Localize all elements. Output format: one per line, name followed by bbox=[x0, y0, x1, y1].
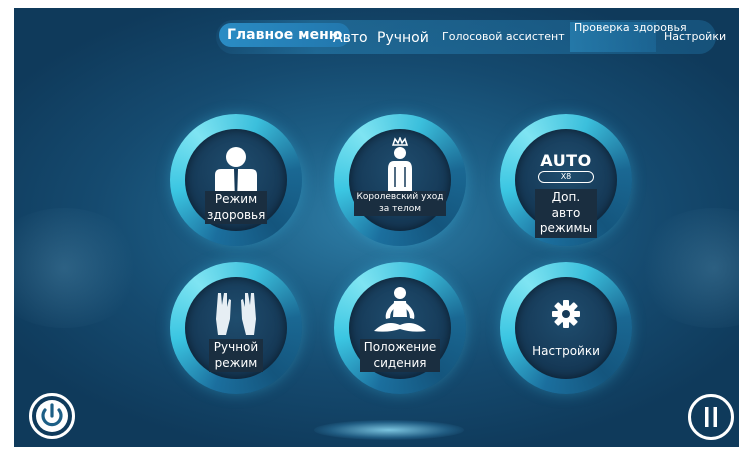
royal-body-care-label: Королевский уход за телом bbox=[354, 191, 446, 217]
tab-voice-assistant[interactable]: Голосовой ассистент bbox=[442, 30, 565, 44]
pause-button[interactable] bbox=[688, 394, 734, 440]
button-face: Положение сидения bbox=[349, 277, 451, 379]
power-button[interactable] bbox=[29, 393, 75, 439]
button-face: Режим здоровья bbox=[185, 129, 287, 231]
pause-icon bbox=[705, 407, 717, 427]
auto-icon-text: AUTO bbox=[540, 151, 592, 170]
manual-mode-label: Ручной режим bbox=[209, 339, 263, 373]
seat-position-button[interactable]: Положение сидения bbox=[334, 262, 466, 394]
royal-body-care-button[interactable]: Королевский уход за телом bbox=[334, 114, 466, 246]
tab-main-menu[interactable]: Главное меню bbox=[219, 23, 351, 48]
tab-health-check[interactable]: Проверка здоровья bbox=[570, 21, 687, 52]
settings-label: Настройки bbox=[532, 344, 600, 358]
health-mode-label: Режим здоровья bbox=[205, 191, 267, 225]
button-face: Ручной режим bbox=[185, 277, 287, 379]
royal-body-icon bbox=[388, 137, 412, 197]
power-icon bbox=[36, 400, 68, 432]
hands-icon bbox=[216, 293, 256, 335]
manual-mode-button[interactable]: Ручной режим bbox=[170, 262, 302, 394]
button-face: Королевский уход за телом bbox=[349, 129, 451, 231]
tab-auto[interactable]: Авто bbox=[333, 30, 368, 46]
seat-position-label: Положение сидения bbox=[360, 339, 440, 373]
bottom-glow bbox=[314, 420, 464, 440]
extra-auto-modes-button[interactable]: AUTO X8 Доп. авто режимы bbox=[500, 114, 632, 246]
auto-icon-subtext: X8 bbox=[538, 171, 594, 183]
settings-button[interactable]: Настройки bbox=[500, 262, 632, 394]
tab-settings[interactable]: Настройки bbox=[664, 30, 726, 44]
lotus-seat-icon bbox=[374, 287, 426, 332]
button-face: AUTO X8 Доп. авто режимы bbox=[515, 129, 617, 238]
health-mode-button[interactable]: Режим здоровья bbox=[170, 114, 302, 246]
gear-icon bbox=[552, 300, 580, 328]
extra-auto-modes-label: Доп. авто режимы bbox=[535, 189, 597, 238]
tab-manual[interactable]: Ручной bbox=[377, 30, 429, 46]
button-face: Настройки bbox=[515, 277, 617, 379]
background-haze-left bbox=[14, 208, 144, 328]
auto-icon: AUTO X8 bbox=[538, 151, 594, 183]
background-haze-right bbox=[634, 208, 739, 328]
